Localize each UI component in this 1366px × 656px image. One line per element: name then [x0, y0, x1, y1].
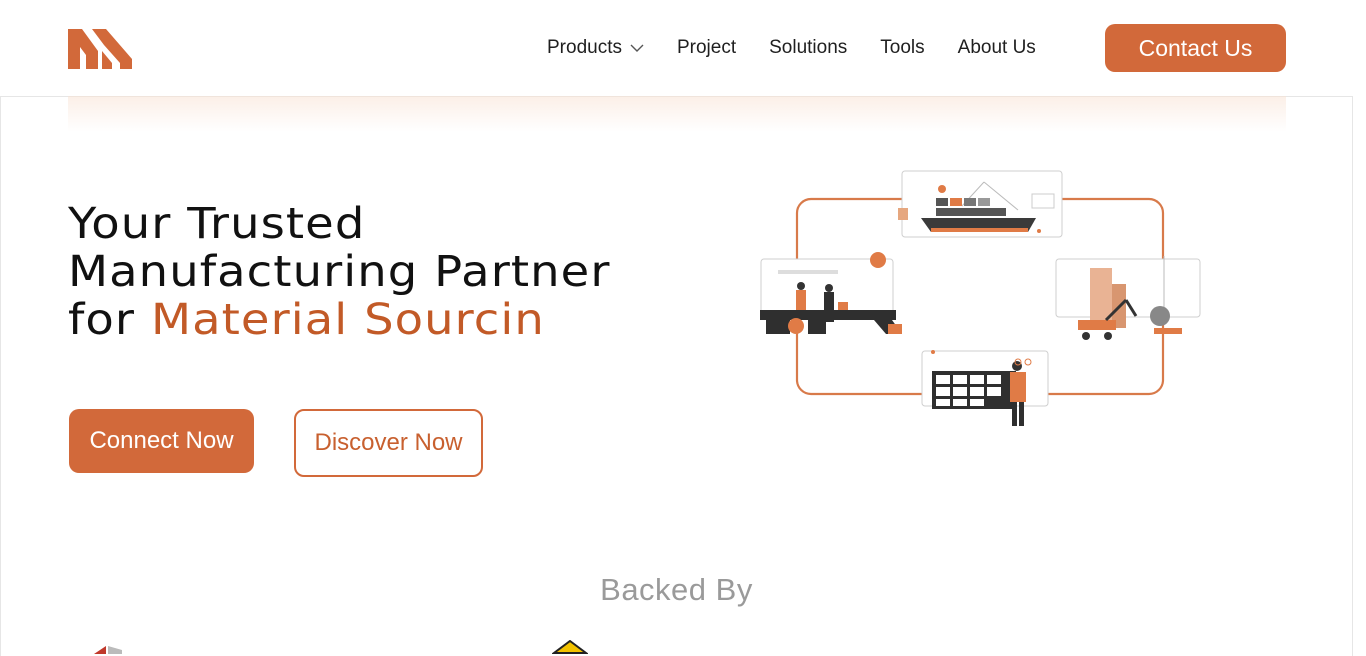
site-header: Products Project Solutions Tools About U… — [0, 0, 1366, 96]
nav-item-tools[interactable]: Tools — [880, 37, 924, 59]
nav-label: Products — [547, 37, 622, 58]
contact-us-button[interactable]: Contact Us — [1105, 24, 1286, 72]
hero-title: Your Trusted Manufacturing Partner for M… — [68, 200, 611, 344]
partner-logo — [94, 646, 122, 654]
header-shadow — [68, 96, 1286, 132]
hero-title-line1: Your Trusted — [68, 199, 366, 249]
nav-label: Project — [676, 37, 737, 58]
nav-label: Solutions — [769, 37, 848, 58]
backed-by-heading: Backed By — [600, 572, 753, 607]
chevron-down-icon — [630, 44, 644, 52]
nav-item-project[interactable]: Project — [677, 37, 736, 59]
supply-chain-illustration — [760, 170, 1201, 426]
partner-logo — [552, 640, 588, 654]
nav-item-solutions[interactable]: Solutions — [769, 37, 847, 59]
hero-title-line2: Manufacturing Partner — [68, 247, 611, 297]
nav-item-products[interactable]: Products — [547, 37, 644, 59]
hero-title-line3-prefix: for — [68, 295, 151, 345]
discover-now-button[interactable]: Discover Now — [294, 409, 483, 477]
hero-title-accent: Material Sourcin — [150, 295, 545, 345]
nav-label: Tools — [880, 37, 925, 58]
nav-item-about-us[interactable]: About Us — [958, 37, 1036, 59]
main-nav: Products Project Solutions Tools About U… — [547, 36, 1069, 60]
connect-now-button[interactable]: Connect Now — [69, 409, 254, 473]
logo-icon[interactable] — [68, 29, 132, 69]
nav-label: About Us — [957, 37, 1036, 58]
